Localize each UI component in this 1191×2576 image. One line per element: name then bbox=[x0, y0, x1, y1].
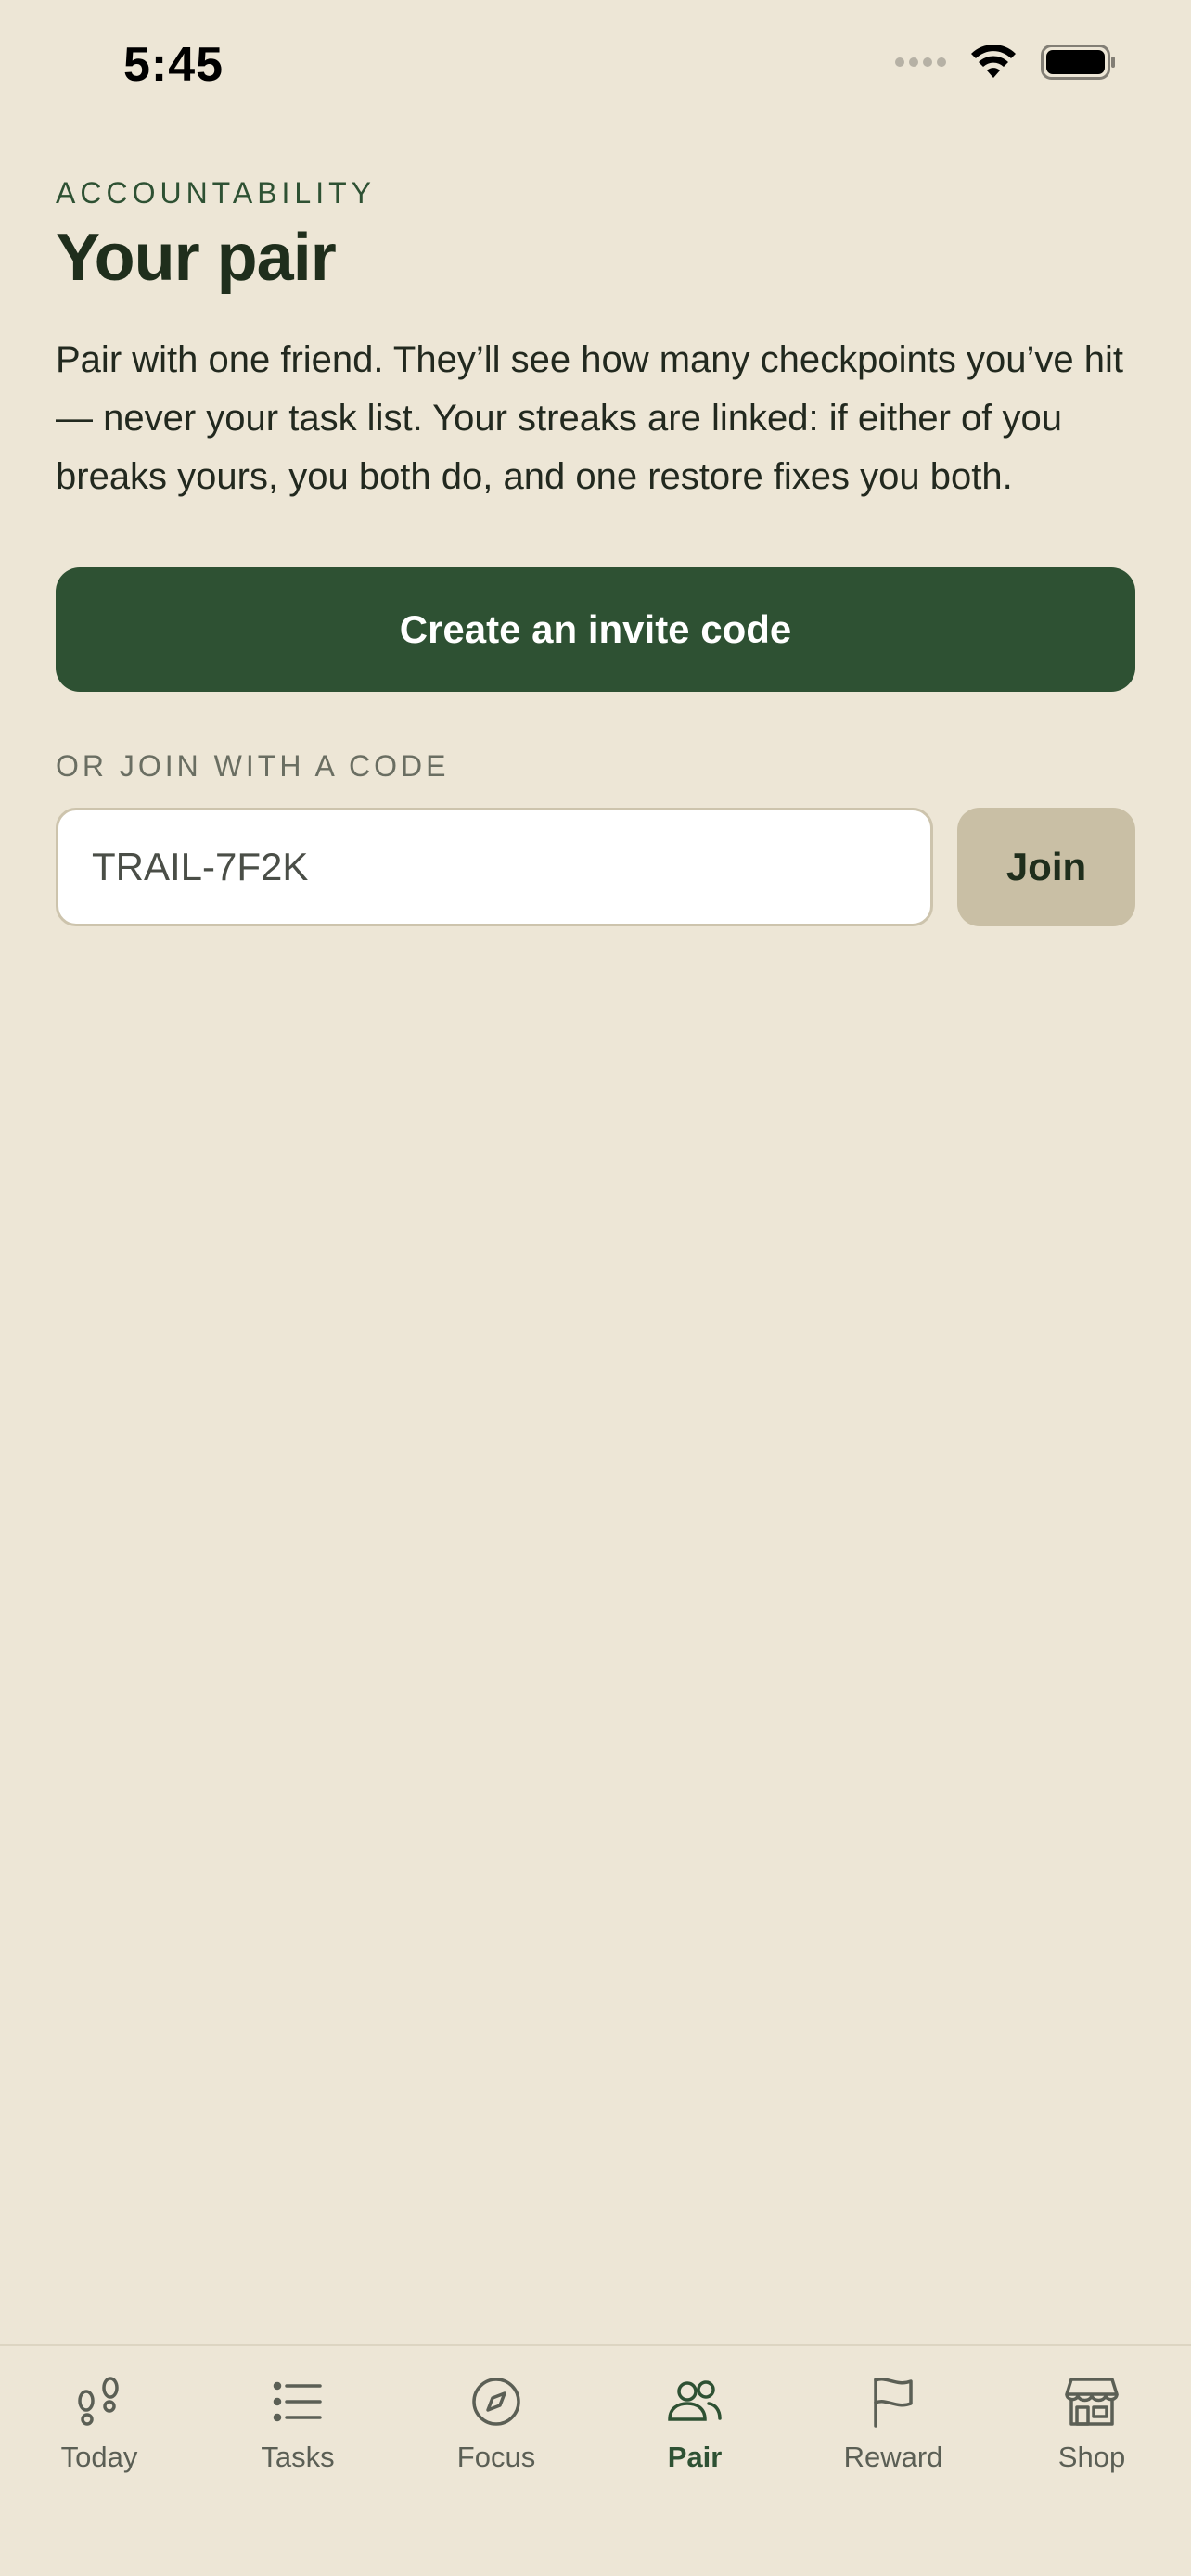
join-button[interactable]: Join bbox=[957, 808, 1135, 926]
section-eyebrow: ACCOUNTABILITY bbox=[56, 176, 376, 210]
tab-label: Tasks bbox=[261, 2441, 335, 2473]
tab-bar: Today Tasks Focus Pair Reward Shop bbox=[0, 2344, 1191, 2576]
wifi-icon bbox=[971, 45, 1016, 78]
cellular-signal-icon bbox=[895, 57, 946, 67]
page-title: Your pair bbox=[56, 221, 337, 295]
compass-icon bbox=[468, 2374, 524, 2429]
tab-focus[interactable]: Focus bbox=[397, 2346, 596, 2576]
invite-code-input[interactable] bbox=[56, 808, 933, 926]
status-icons bbox=[895, 45, 1117, 80]
tab-pair[interactable]: Pair bbox=[596, 2346, 794, 2576]
status-time: 5:45 bbox=[123, 38, 224, 92]
join-section-label: OR JOIN WITH A CODE bbox=[56, 749, 450, 783]
join-row: Join bbox=[56, 808, 1135, 926]
tab-label: Pair bbox=[667, 2441, 723, 2473]
tab-label: Shop bbox=[1057, 2441, 1126, 2473]
create-invite-code-button[interactable]: Create an invite code bbox=[56, 567, 1135, 692]
tab-today[interactable]: Today bbox=[0, 2346, 198, 2576]
flag-icon bbox=[865, 2374, 921, 2429]
pair-description: Pair with one friend. They’ll see how ma… bbox=[56, 339, 1123, 497]
tab-reward[interactable]: Reward bbox=[794, 2346, 992, 2576]
tab-shop[interactable]: Shop bbox=[992, 2346, 1191, 2576]
tab-tasks[interactable]: Tasks bbox=[198, 2346, 397, 2576]
store-icon bbox=[1064, 2374, 1120, 2429]
users-icon bbox=[667, 2374, 723, 2429]
tab-label: Focus bbox=[456, 2441, 536, 2473]
tab-label: Reward bbox=[843, 2441, 943, 2473]
pair-screen: 5:45 ACCOUNTABILITY Your pair Pair with … bbox=[0, 0, 1191, 2576]
status-bar: 5:45 bbox=[0, 0, 1191, 139]
main-content: ACCOUNTABILITY Your pair Pair with one f… bbox=[56, 176, 1135, 926]
battery-icon bbox=[1041, 45, 1115, 80]
tab-label: Today bbox=[60, 2441, 138, 2473]
list-icon bbox=[270, 2374, 326, 2429]
footprints-icon bbox=[71, 2374, 127, 2429]
